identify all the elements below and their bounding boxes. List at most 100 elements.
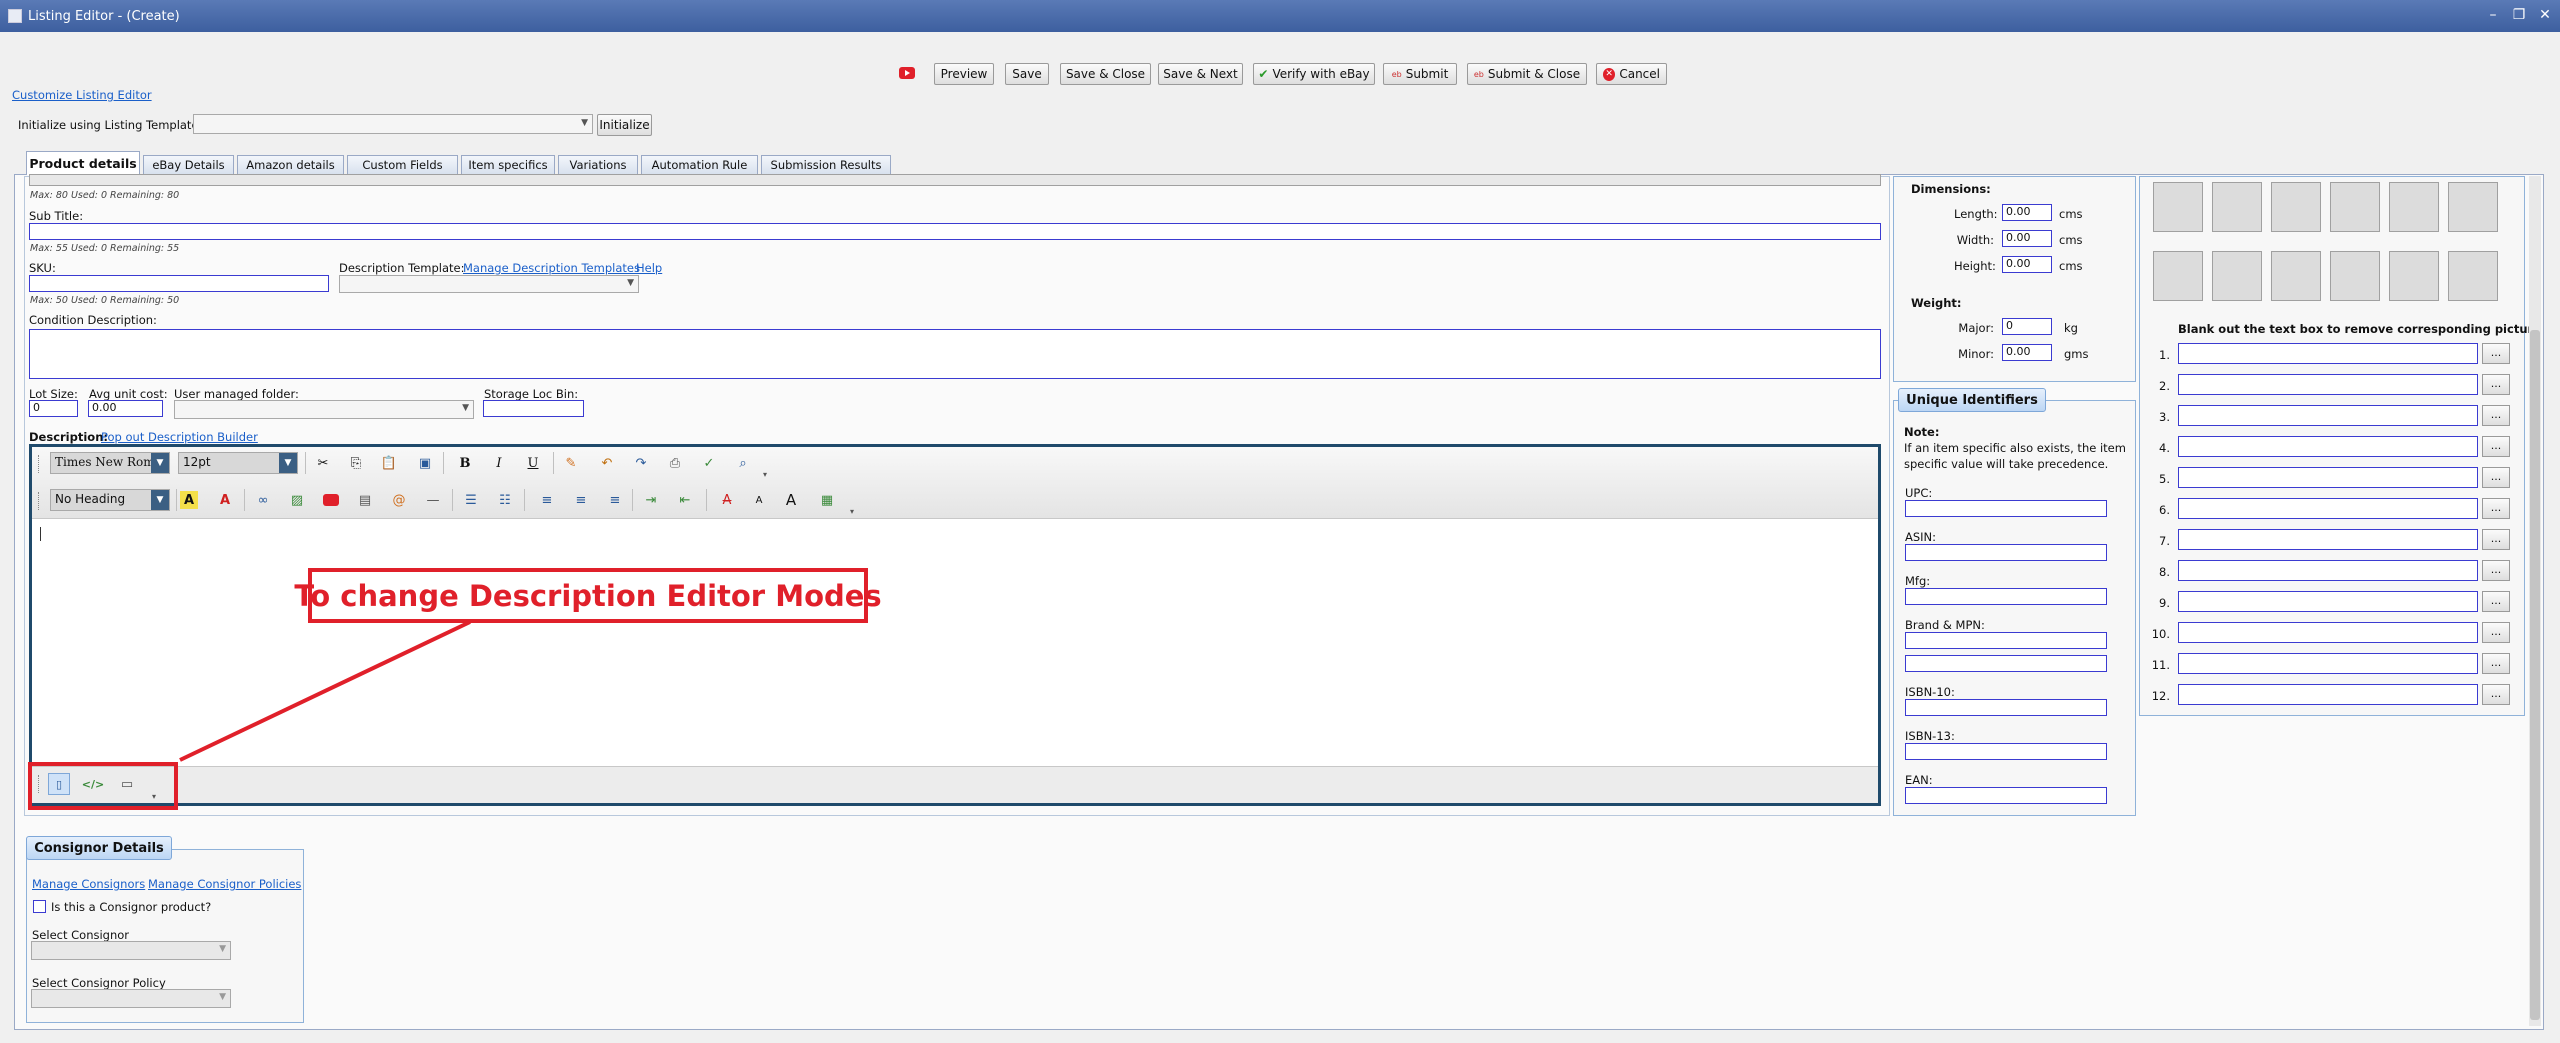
browse-picture-button[interactable]: ... <box>2482 560 2510 581</box>
height-input[interactable]: 0.00 <box>2002 256 2052 273</box>
font-size-select[interactable]: 12pt ▼ <box>178 452 298 474</box>
font-color-icon[interactable]: A <box>214 489 236 511</box>
asin-input[interactable] <box>1905 544 2107 561</box>
maximize-icon[interactable]: ❐ <box>2510 6 2528 24</box>
picture-url-input[interactable] <box>2178 653 2478 674</box>
picture-url-input[interactable] <box>2178 343 2478 364</box>
insert-table-icon[interactable]: ▦ <box>816 489 838 511</box>
isbn13-input[interactable] <box>1905 743 2107 760</box>
picture-thumbnail[interactable] <box>2330 251 2380 301</box>
paste-special-icon[interactable]: ▣ <box>414 452 436 474</box>
picture-thumbnail[interactable] <box>2389 182 2439 232</box>
tab-amazon-details[interactable]: Amazon details <box>237 155 344 174</box>
undo-icon[interactable]: ↶ <box>596 452 618 474</box>
picture-url-input[interactable] <box>2178 529 2478 550</box>
sku-input[interactable] <box>29 275 329 292</box>
submit-close-button[interactable]: eb Submit & Close <box>1467 63 1587 85</box>
html-mode-icon[interactable]: </> <box>82 773 104 795</box>
picture-thumbnail[interactable] <box>2271 182 2321 232</box>
picture-thumbnail[interactable] <box>2212 182 2262 232</box>
storage-loc-bin-input[interactable] <box>483 400 584 417</box>
mpn-input[interactable] <box>1905 655 2107 672</box>
align-right-icon[interactable]: ≡ <box>604 489 626 511</box>
email-icon[interactable]: @ <box>388 489 410 511</box>
picture-url-input[interactable] <box>2178 405 2478 426</box>
minimize-icon[interactable]: – <box>2484 6 2502 24</box>
spellcheck-icon[interactable]: ✓ <box>698 452 720 474</box>
outdent-icon[interactable]: ⇤ <box>674 489 696 511</box>
picture-url-input[interactable] <box>2178 498 2478 519</box>
save-button[interactable]: Save <box>1005 63 1049 85</box>
align-left-icon[interactable]: ≡ <box>536 489 558 511</box>
picture-url-input[interactable] <box>2178 591 2478 612</box>
weight-minor-input[interactable]: 0.00 <box>2002 344 2052 361</box>
browse-picture-button[interactable]: ... <box>2482 343 2510 364</box>
save-close-button[interactable]: Save & Close <box>1060 63 1151 85</box>
browse-picture-button[interactable]: ... <box>2482 405 2510 426</box>
help-link[interactable]: Help <box>636 261 662 275</box>
ordered-list-icon[interactable]: ☰ <box>460 489 482 511</box>
avg-unit-cost-input[interactable]: 0.00 <box>88 400 163 417</box>
horizontal-rule-icon[interactable]: — <box>422 489 444 511</box>
picture-thumbnail[interactable] <box>2448 251 2498 301</box>
submit-button[interactable]: eb Submit <box>1383 63 1457 85</box>
browse-picture-button[interactable]: ... <box>2482 467 2510 488</box>
font-family-select[interactable]: Times New Roman ▼ <box>50 452 170 474</box>
tab-variations[interactable]: Variations <box>558 155 638 174</box>
toolbar-overflow-icon[interactable]: ▾ <box>850 507 854 516</box>
popout-description-builder-link[interactable]: Pop out Description Builder <box>101 430 258 444</box>
title-input[interactable] <box>29 174 1881 186</box>
manage-consignors-link[interactable]: Manage Consignors <box>32 877 145 891</box>
video-icon[interactable] <box>320 489 342 511</box>
browse-picture-button[interactable]: ... <box>2482 653 2510 674</box>
scrollbar-thumb[interactable] <box>2530 330 2540 1020</box>
consignor-checkbox[interactable] <box>33 900 46 913</box>
select-consignor-dropdown[interactable]: ▼ <box>31 941 231 960</box>
save-next-button[interactable]: Save & Next <box>1158 63 1243 85</box>
picture-url-input[interactable] <box>2178 684 2478 705</box>
picture-url-input[interactable] <box>2178 436 2478 457</box>
browse-picture-button[interactable]: ... <box>2482 529 2510 550</box>
weight-major-input[interactable]: 0 <box>2002 318 2052 335</box>
picture-url-input[interactable] <box>2178 467 2478 488</box>
indent-icon[interactable]: ⇥ <box>640 489 662 511</box>
picture-thumbnail[interactable] <box>2212 251 2262 301</box>
italic-icon[interactable]: I <box>488 452 510 474</box>
browse-picture-button[interactable]: ... <box>2482 684 2510 705</box>
preview-mode-icon[interactable]: ▭ <box>116 773 138 795</box>
editor-content-area[interactable] <box>32 520 1878 766</box>
link-icon[interactable]: ∞ <box>252 489 274 511</box>
tab-item-specifics[interactable]: Item specifics <box>461 155 555 174</box>
highlight-color-icon[interactable]: A <box>180 491 198 509</box>
tab-ebay-details[interactable]: eBay Details <box>143 155 234 174</box>
picture-url-input[interactable] <box>2178 560 2478 581</box>
bold-icon[interactable]: B <box>454 452 476 474</box>
picture-thumbnail[interactable] <box>2330 182 2380 232</box>
copy-icon[interactable]: ⎘ <box>345 452 367 474</box>
preview-button[interactable]: Preview <box>934 63 994 85</box>
picture-thumbnail[interactable] <box>2448 182 2498 232</box>
brand-input[interactable] <box>1905 632 2107 649</box>
toolbar-overflow-icon[interactable]: ▾ <box>763 470 767 479</box>
condition-description-input[interactable] <box>29 329 1881 379</box>
ean-input[interactable] <box>1905 787 2107 804</box>
picture-thumbnail[interactable] <box>2389 251 2439 301</box>
clear-format-icon[interactable]: ✎ <box>560 452 582 474</box>
close-window-icon[interactable]: ✕ <box>2536 6 2554 24</box>
subscript-icon[interactable]: A <box>748 489 770 511</box>
superscript-icon[interactable]: A <box>780 489 802 511</box>
strikethrough-icon[interactable]: A <box>716 489 738 511</box>
print-icon[interactable]: ⎙ <box>664 452 686 474</box>
verify-ebay-button[interactable]: ✔ Verify with eBay <box>1253 63 1375 85</box>
picture-thumbnail[interactable] <box>2153 182 2203 232</box>
lot-size-input[interactable]: 0 <box>29 400 78 417</box>
upc-input[interactable] <box>1905 500 2107 517</box>
browse-picture-button[interactable]: ... <box>2482 622 2510 643</box>
browse-picture-button[interactable]: ... <box>2482 591 2510 612</box>
heading-select[interactable]: No Heading ▼ <box>50 489 170 511</box>
design-mode-icon[interactable]: ▯ <box>48 773 70 795</box>
find-icon[interactable]: ⌕ <box>732 452 754 474</box>
align-center-icon[interactable]: ≡ <box>570 489 592 511</box>
width-input[interactable]: 0.00 <box>2002 230 2052 247</box>
tab-custom-fields[interactable]: Custom Fields <box>347 155 458 174</box>
